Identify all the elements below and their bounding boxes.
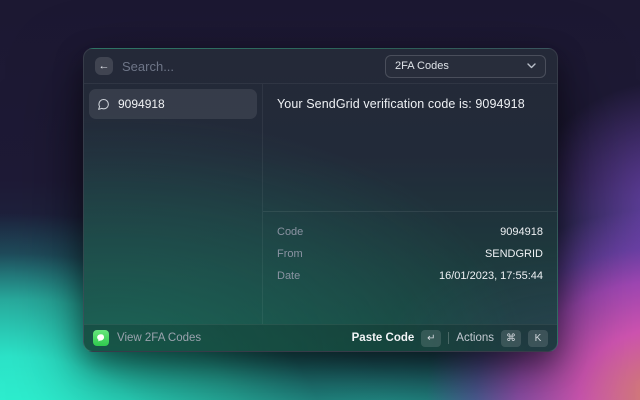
- meta-value: SENDGRID: [484, 248, 543, 260]
- message-preview: Your SendGrid verification code is: 9094…: [277, 97, 525, 111]
- dropdown-selected-value: 2FA Codes: [395, 60, 449, 72]
- footer-divider: [448, 332, 450, 344]
- meta-row-date: Date 16/01/2023, 17:55:44: [277, 265, 543, 287]
- metadata-section: Code 9094918 From SENDGRID Date 16/01/20…: [263, 211, 557, 296]
- search-input[interactable]: [122, 58, 376, 74]
- paste-code-button[interactable]: Paste Code: [352, 332, 415, 344]
- app-window: ← 2FA Codes 9094918 Your SendGrid verifi…: [83, 48, 558, 352]
- meta-row-from: From SENDGRID: [277, 243, 543, 265]
- return-key-badge[interactable]: ↵: [421, 329, 442, 347]
- meta-label: From: [277, 248, 303, 260]
- command-dropdown[interactable]: 2FA Codes: [385, 54, 546, 78]
- k-key-badge[interactable]: K: [528, 329, 548, 347]
- chevron-down-icon: [527, 63, 536, 69]
- messages-app-icon: [93, 330, 109, 346]
- meta-row-code: Code 9094918: [277, 221, 543, 243]
- content-area: 9094918 Your SendGrid verification code …: [84, 84, 557, 324]
- meta-value: 9094918: [500, 226, 543, 238]
- detail-panel: Your SendGrid verification code is: 9094…: [263, 84, 557, 324]
- command-key-badge[interactable]: ⌘: [501, 329, 521, 347]
- header-bar: ← 2FA Codes: [84, 49, 557, 84]
- meta-value: 16/01/2023, 17:55:44: [439, 270, 543, 282]
- meta-label: Date: [277, 270, 301, 282]
- list-item-label: 9094918: [118, 97, 165, 111]
- speech-bubble-icon: [97, 98, 110, 111]
- meta-label: Code: [277, 226, 304, 238]
- results-list: 9094918: [84, 84, 263, 324]
- actions-button[interactable]: Actions: [456, 332, 494, 344]
- footer-app-label: View 2FA Codes: [117, 332, 202, 344]
- back-button[interactable]: ←: [95, 57, 113, 75]
- list-item-code[interactable]: 9094918: [89, 89, 257, 119]
- footer-bar: View 2FA Codes Paste Code ↵ Actions ⌘ K: [84, 324, 557, 351]
- footer-actions: Paste Code ↵ Actions ⌘ K: [352, 329, 548, 347]
